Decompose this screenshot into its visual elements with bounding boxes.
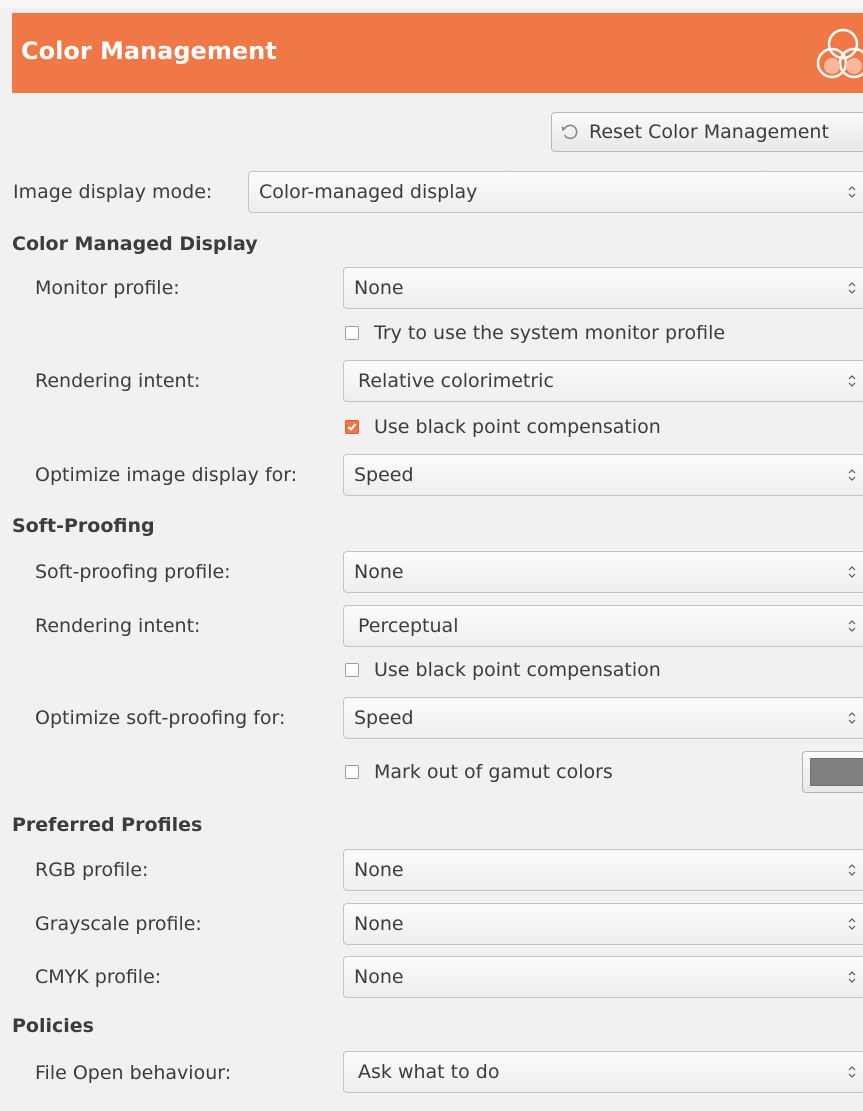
page-top-strip <box>0 0 863 8</box>
section-preferred-profiles: Preferred Profiles <box>12 814 203 836</box>
reset-button-label: Reset Color Management <box>589 121 829 143</box>
spin-arrows-icon <box>848 566 856 578</box>
image-display-mode-select[interactable]: Color-managed display <box>248 171 863 213</box>
spin-arrows-icon <box>848 282 856 294</box>
dialog-header: Color Management <box>12 13 863 93</box>
color-management-icon <box>816 28 863 79</box>
optimize-soft-proofing-value: Speed <box>354 707 414 729</box>
monitor-profile-value: None <box>354 277 404 299</box>
spin-arrows-icon <box>848 1066 856 1078</box>
optimize-display-label: Optimize image display for: <box>35 464 298 486</box>
spin-arrows-icon <box>848 971 856 983</box>
soft-proofing-intent-label: Rendering intent: <box>35 615 201 637</box>
file-open-behaviour-value: Ask what to do <box>358 1061 500 1083</box>
spin-arrows-icon <box>848 469 856 481</box>
cmyk-profile-select[interactable]: None <box>343 956 863 998</box>
checkbox-box-checked[interactable] <box>345 420 359 434</box>
reset-icon <box>562 124 578 140</box>
soft-proofing-profile-label: Soft-proofing profile: <box>35 561 231 583</box>
cmyk-profile-value: None <box>354 966 404 988</box>
rgb-profile-label: RGB profile: <box>35 859 149 881</box>
spin-arrows-icon <box>848 712 856 724</box>
checkbox-label: Use black point compensation <box>374 416 661 438</box>
grayscale-profile-select[interactable]: None <box>343 903 863 945</box>
file-open-behaviour-select[interactable]: Ask what to do <box>343 1051 863 1093</box>
checkbox-box[interactable] <box>345 765 359 779</box>
cmyk-profile-label: CMYK profile: <box>35 966 162 988</box>
soft-proofing-profile-select[interactable]: None <box>343 551 863 593</box>
checkbox-label: Try to use the system monitor profile <box>374 322 726 344</box>
checkbox-label: Use black point compensation <box>374 659 661 681</box>
rendering-intent-label: Rendering intent: <box>35 370 201 392</box>
rgb-profile-value: None <box>354 859 404 881</box>
spin-arrows-icon <box>848 620 856 632</box>
rgb-profile-select[interactable]: None <box>343 849 863 891</box>
soft-proofing-intent-select[interactable]: Perceptual <box>343 605 863 647</box>
rendering-intent-value: Relative colorimetric <box>358 370 554 392</box>
out-of-gamut-color-button[interactable] <box>802 751 863 793</box>
header-title: Color Management <box>21 37 277 65</box>
image-display-mode-label: Image display mode: <box>13 181 213 203</box>
image-display-mode-value: Color-managed display <box>259 181 478 203</box>
checkbox-label: Mark out of gamut colors <box>374 761 613 783</box>
reset-color-management-button[interactable]: Reset Color Management <box>551 112 863 152</box>
monitor-profile-select[interactable]: None <box>343 267 863 309</box>
checkbox-box[interactable] <box>345 663 359 677</box>
checkbox-box[interactable] <box>345 326 359 340</box>
section-soft-proofing: Soft-Proofing <box>12 515 155 537</box>
spin-arrows-icon <box>848 375 856 387</box>
file-open-behaviour-label: File Open behaviour: <box>35 1062 232 1084</box>
optimize-display-select[interactable]: Speed <box>343 454 863 496</box>
gamut-color-swatch <box>810 758 863 786</box>
grayscale-profile-value: None <box>354 913 404 935</box>
grayscale-profile-label: Grayscale profile: <box>35 913 202 935</box>
optimize-soft-proofing-label: Optimize soft-proofing for: <box>35 707 286 729</box>
optimize-display-value: Speed <box>354 464 414 486</box>
monitor-profile-label: Monitor profile: <box>35 277 180 299</box>
checkmark-icon <box>347 423 357 431</box>
spin-arrows-icon <box>848 186 856 198</box>
optimize-soft-proofing-select[interactable]: Speed <box>343 697 863 739</box>
section-color-managed-display: Color Managed Display <box>12 233 258 255</box>
section-policies: Policies <box>12 1015 94 1037</box>
rendering-intent-select[interactable]: Relative colorimetric <box>343 360 863 402</box>
soft-proofing-intent-value: Perceptual <box>358 615 459 637</box>
soft-proofing-profile-value: None <box>354 561 404 583</box>
spin-arrows-icon <box>848 918 856 930</box>
spin-arrows-icon <box>848 864 856 876</box>
